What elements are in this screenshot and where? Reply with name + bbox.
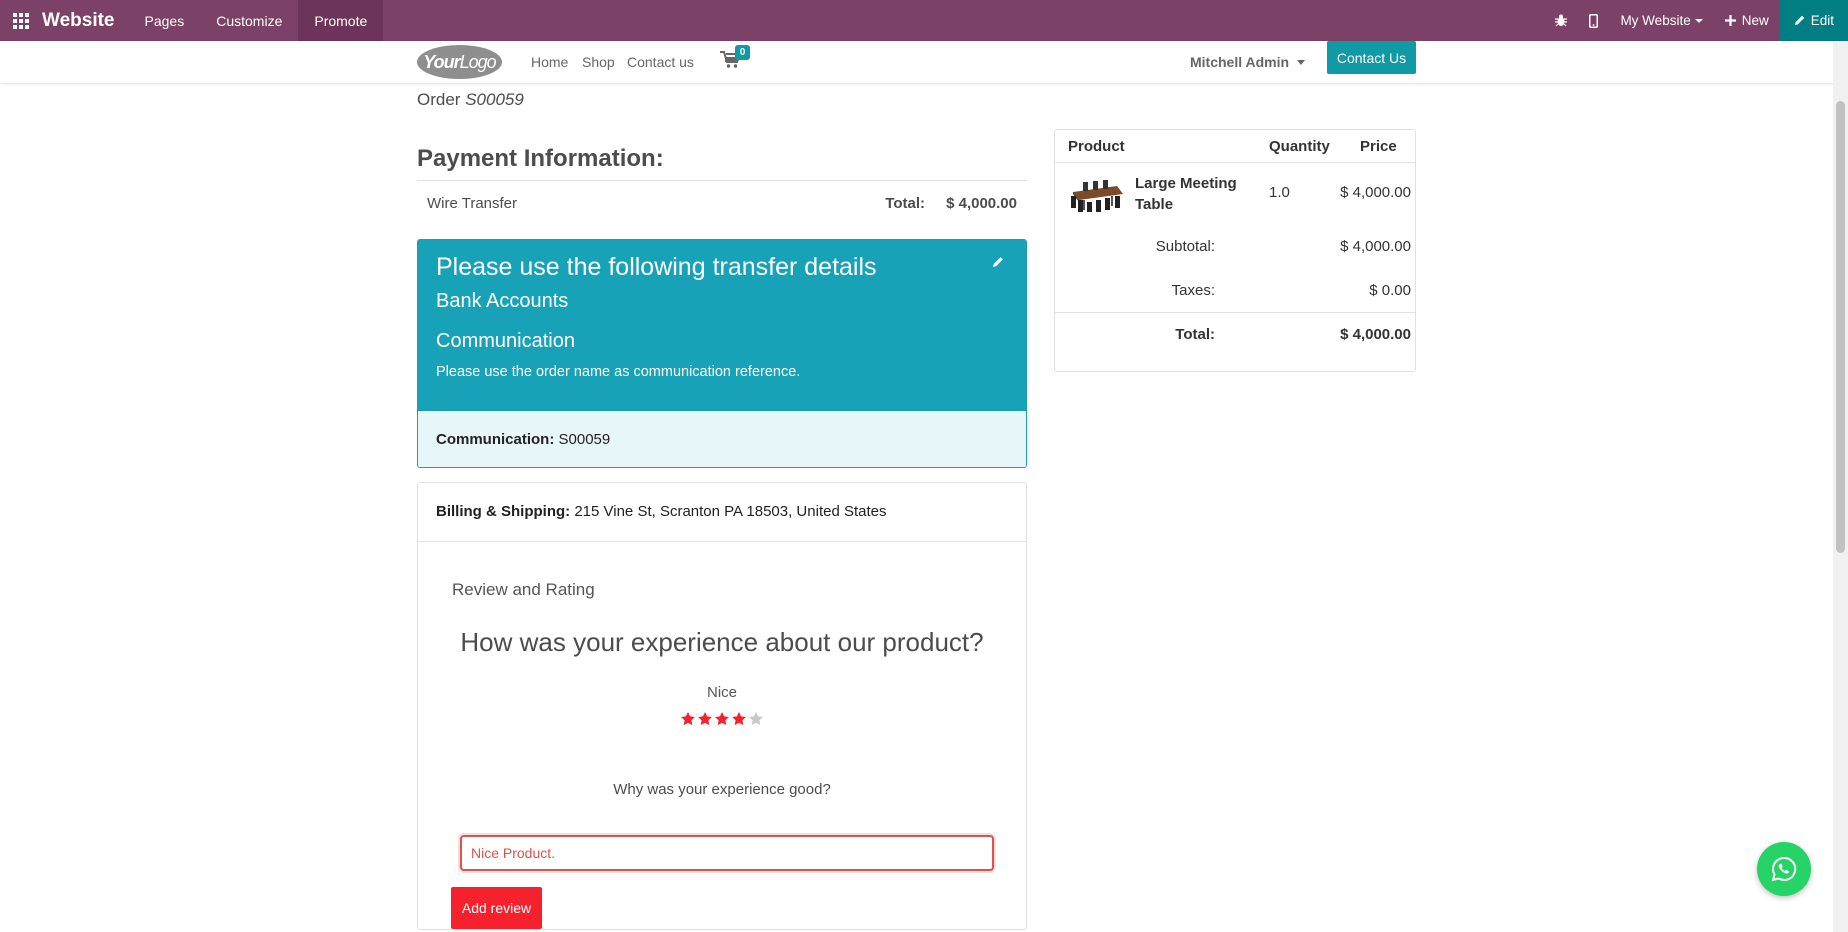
- caret-down-icon: [1297, 59, 1306, 65]
- user-menu[interactable]: Mitchell Admin: [1190, 41, 1306, 83]
- payment-total-value: $ 4,000.00: [946, 195, 1017, 212]
- order-number: S00059: [465, 90, 524, 109]
- review-section-label: Review and Rating: [452, 580, 595, 599]
- summary-divider: [1055, 162, 1415, 163]
- nav-contact-us[interactable]: Contact us: [627, 41, 694, 83]
- communication-line: Communication: S00059: [436, 431, 610, 448]
- taxes-label: Taxes:: [1171, 282, 1215, 299]
- product-name[interactable]: Large Meeting Table: [1135, 173, 1255, 215]
- apps-grid-icon[interactable]: [0, 0, 42, 41]
- nav-home[interactable]: Home: [531, 41, 568, 83]
- billing-header: Billing & Shipping: 215 Vine St, Scranto…: [418, 483, 1026, 542]
- communication-value: S00059: [558, 431, 611, 448]
- product-price: $ 4,000.00: [1340, 184, 1411, 201]
- product-thumbnail: [1071, 180, 1123, 212]
- plus-icon: [1724, 15, 1736, 26]
- caret-down-icon: [1694, 18, 1703, 23]
- debug-button[interactable]: [1544, 0, 1578, 41]
- taxes-value: $ 0.00: [1369, 282, 1411, 299]
- payment-total-label: Total:: [885, 195, 925, 212]
- admin-menu-promote[interactable]: Promote: [298, 0, 384, 41]
- transfer-details-card: Please use the following transfer detail…: [417, 239, 1027, 468]
- site-logo[interactable]: Your Logo: [417, 45, 502, 79]
- transfer-details-header: Please use the following transfer detail…: [418, 240, 1026, 410]
- page-scrollbar[interactable]: [1833, 41, 1848, 932]
- summary-header-quantity: Quantity: [1269, 138, 1330, 155]
- star-filled-icon[interactable]: [714, 711, 730, 727]
- rating-text: Nice: [706, 684, 737, 701]
- billing-label: Billing & Shipping:: [436, 503, 571, 520]
- review-input[interactable]: [460, 835, 994, 871]
- whatsapp-icon: [1771, 856, 1797, 882]
- mobile-icon: [1589, 13, 1599, 28]
- star-filled-icon[interactable]: [697, 711, 713, 727]
- subtotal-value: $ 4,000.00: [1340, 238, 1411, 255]
- communication-heading: Communication: [436, 330, 575, 352]
- star-rating[interactable]: [418, 711, 1026, 727]
- nav-shop[interactable]: Shop: [582, 41, 615, 83]
- summary-header-price: Price: [1360, 138, 1397, 155]
- transfer-title: Please use the following transfer detail…: [436, 253, 877, 281]
- order-prefix: Order: [417, 90, 461, 109]
- my-website-dropdown[interactable]: My Website: [1609, 0, 1713, 41]
- star-filled-icon[interactable]: [680, 711, 696, 727]
- summary-header-product: Product: [1068, 138, 1125, 155]
- logo-text-bold: Your: [423, 51, 460, 72]
- communication-note: Please use the order name as communicati…: [436, 364, 801, 380]
- cart-count-badge: 0: [735, 45, 750, 60]
- admin-menu-customize[interactable]: Customize: [200, 0, 298, 41]
- site-header: Your Logo Home Shop Contact us 0 Mitchell…: [0, 41, 1848, 83]
- order-summary: Product Quantity Price Large Meeting Tab…: [1054, 129, 1416, 372]
- communication-label: Communication:: [436, 431, 555, 448]
- edit-label: Edit: [1810, 13, 1834, 28]
- bank-accounts-heading: Bank Accounts: [436, 290, 569, 312]
- summary-total-label: Total:: [1175, 326, 1215, 343]
- star-empty-icon[interactable]: [748, 711, 764, 727]
- summary-total-value: $ 4,000.00: [1340, 326, 1411, 343]
- admin-menu-pages[interactable]: Pages: [129, 0, 201, 41]
- billing-line: Billing & Shipping: 215 Vine St, Scranto…: [436, 503, 887, 520]
- product-quantity: 1.0: [1269, 184, 1290, 201]
- mobile-preview-button[interactable]: [1578, 0, 1609, 41]
- pencil-icon[interactable]: [992, 256, 1004, 268]
- scrollbar-thumb[interactable]: [1836, 101, 1845, 553]
- my-website-label: My Website: [1620, 13, 1691, 28]
- whatsapp-button[interactable]: [1757, 842, 1811, 896]
- star-filled-icon[interactable]: [731, 711, 747, 727]
- new-label: New: [1741, 13, 1769, 28]
- edit-button[interactable]: Edit: [1779, 0, 1848, 41]
- order-title: Order S00059: [417, 90, 524, 110]
- pencil-icon: [1794, 15, 1804, 25]
- communication-footer: Communication: S00059: [418, 410, 1026, 467]
- payment-row: Wire Transfer Total: $ 4,000.00: [417, 180, 1027, 225]
- new-button[interactable]: New: [1714, 0, 1780, 41]
- admin-bar: Website Pages Customize Promote My Websi…: [0, 0, 1848, 41]
- payment-info-title: Payment Information:: [417, 145, 664, 172]
- subtotal-label: Subtotal:: [1155, 238, 1215, 255]
- review-follow-up: Why was your experience good?: [613, 781, 831, 798]
- user-name: Mitchell Admin: [1190, 54, 1290, 70]
- bug-icon: [1555, 14, 1568, 27]
- contact-us-button[interactable]: Contact Us: [1327, 41, 1416, 74]
- admin-brand[interactable]: Website: [42, 10, 115, 32]
- summary-total-divider: [1055, 312, 1415, 313]
- billing-address: 215 Vine St, Scranton PA 18503, United S…: [574, 503, 887, 520]
- logo-text-light: Logo: [459, 51, 497, 72]
- add-review-button[interactable]: Add review: [451, 887, 542, 929]
- billing-review-card: Billing & Shipping: 215 Vine St, Scranto…: [417, 482, 1027, 930]
- payment-method: Wire Transfer: [427, 195, 518, 212]
- review-question: How was your experience about our produc…: [460, 627, 984, 657]
